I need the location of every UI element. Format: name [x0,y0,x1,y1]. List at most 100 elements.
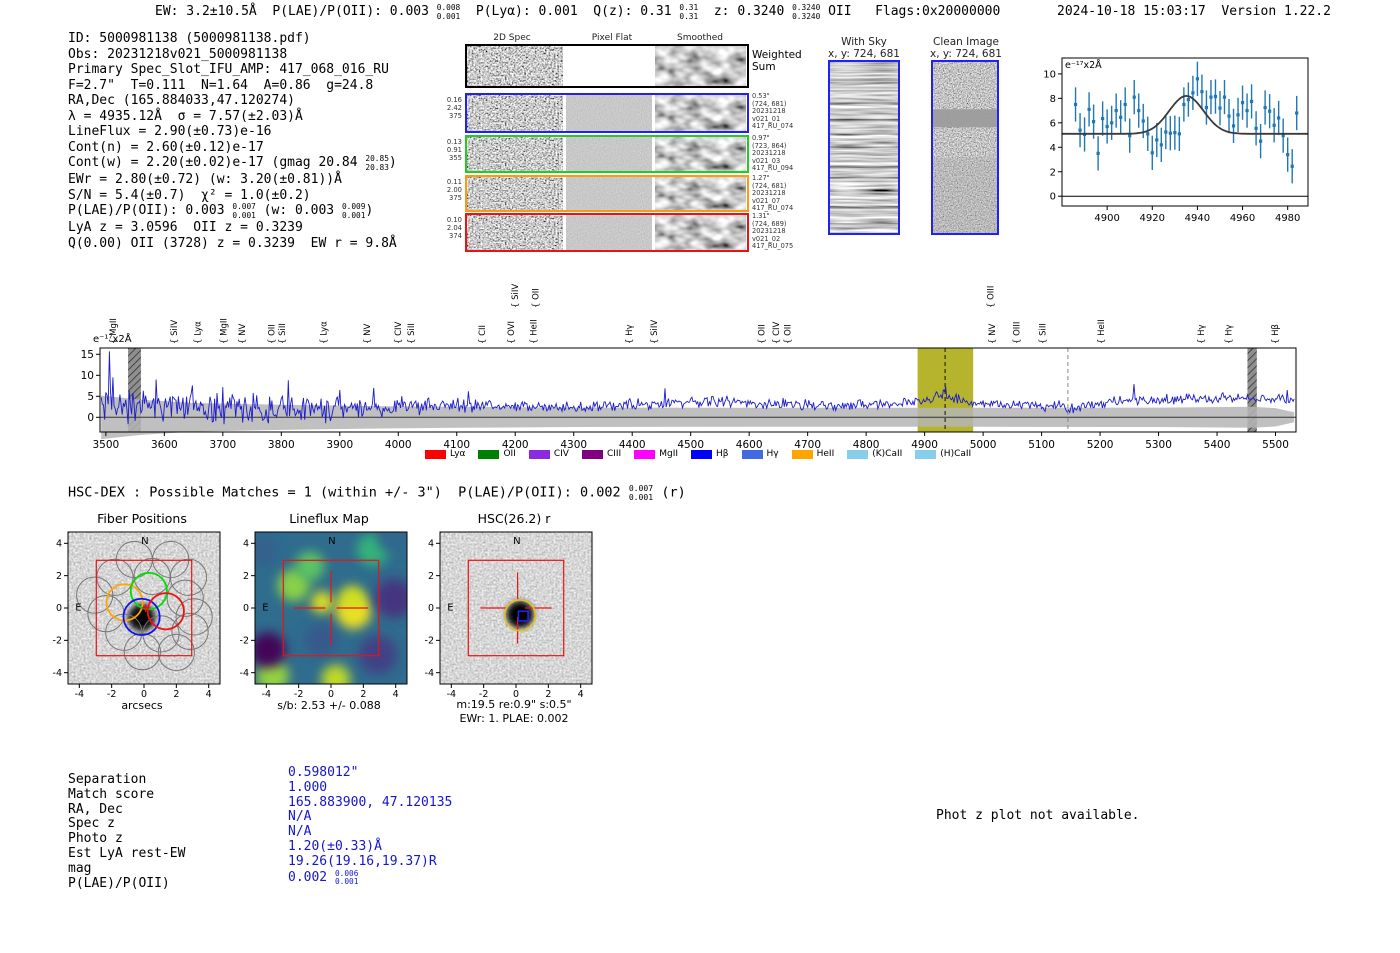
header-summary: EW: 3.2±10.5Å P(LAE)/P(OII): 0.003 0.008… [155,3,1001,21]
svg-text:5: 5 [87,391,94,403]
legend-label: MgII [659,449,679,459]
cutout-row-annotation: 1.27" (724, 681) 20231218 v021_07 417_RU_074 [752,174,794,213]
text-segment: (r) [653,484,686,501]
cutout-row-annotation: 0.53" (724, 681) 20231218 v021_01 417_RU_074 [752,92,794,131]
svg-text:3800: 3800 [268,439,295,451]
match-table-label: Match score [68,786,155,802]
stacked-uncertainty: 0.007 0.001 [628,483,654,502]
svg-text:{ HeII: { HeII [529,319,539,344]
cutout-image-smooth [655,215,746,250]
svg-text:{ OII: { OII [532,288,542,308]
svg-text:4900: 4900 [1094,213,1119,224]
legend-label: OII [503,449,516,459]
text-segment: 1.000 [288,779,328,795]
svg-text:-2: -2 [240,636,249,647]
svg-text:{ Hβ: { Hβ [1271,324,1281,344]
svg-text:3500: 3500 [92,439,119,451]
text-segment: OII Flags:0x20000000 [820,4,1001,20]
legend-swatch [581,449,603,459]
col-header-pixel-flat: Pixel Flat [591,33,633,43]
col-header-smoothed: Smoothed [677,33,723,43]
text-segment: Obs: 20231218v021_5000981138 [68,46,288,62]
text-segment: LineFlux = 2.90(±0.73)e-16 [68,124,272,139]
legend-label: (H)CaII [940,449,972,459]
text-segment: EW: 3.2±10.5Å P(LAE)/P(OII): 0.003 [155,4,437,20]
compass-north-label: N [513,536,520,547]
text-segment: Primary Spec_Slot_IFU_AMP: 417_068_016_R… [68,62,389,77]
legend-item: OII [478,449,516,459]
svg-text:{ Hγ: { Hγ [1225,324,1235,344]
legend-label: CIII [606,449,622,459]
svg-text:{ OIII: { OIII [987,286,997,308]
info-line: LyA z = 3.0596 OII z = 0.3239 [68,220,397,236]
svg-text:3700: 3700 [209,439,236,451]
hsc-cutout-title: HSC(26.2) r [477,511,551,526]
info-line: λ = 4935.12Å σ = 7.57(±2.03)Å [68,109,397,125]
svg-text:5500: 5500 [1262,439,1289,451]
compass-north-label: N [141,536,148,547]
match-table-value: N/A [288,824,452,840]
with-sky-coords: x, y: 724, 681 [828,48,900,60]
svg-text:2: 2 [56,571,62,582]
svg-text:{ SiII: { SiII [278,323,288,344]
cutout-row-left-stats: 0.10 2.04 374 [446,216,462,240]
match-table-value: 165.883900, 47.120135 [288,795,452,811]
compass-east-label: E [447,602,453,613]
cutout-image-smooth [655,95,746,131]
cutout-image-smooth [655,137,746,171]
cutout-image-hard [467,137,563,171]
fiber-positions-title: Fiber Positions [97,511,187,526]
svg-text:10: 10 [81,370,94,382]
svg-text:{ CIV: { CIV [772,321,782,344]
svg-text:{ Hγ: { Hγ [1197,324,1207,344]
svg-text:{ NV: { NV [363,324,373,344]
svg-text:{ SiII: { SiII [1039,323,1049,344]
info-line: Cont(w) = 2.20(±0.02)e-17 (gmag 20.84 20… [68,154,397,172]
stacked-uncertainty: 0.006 0.001 [334,868,359,887]
text-segment: z: 0.3240 [698,4,793,20]
svg-text:{ SiIV: { SiIV [650,320,660,344]
legend-item: HeII [791,449,834,459]
svg-text:4: 4 [1050,143,1056,154]
elixer-report-page: EW: 3.2±10.5Å P(LAE)/P(OII): 0.003 0.008… [0,0,1400,953]
text-segment: HSC-DEX : Possible Matches = 1 (within +… [68,484,629,501]
svg-text:{ HeII: { HeII [1097,319,1107,344]
cutout-row-weighted-sum [465,44,749,88]
svg-text:-4: -4 [240,668,249,679]
text-segment: Cont(n) = 2.60(±0.12)e-17 [68,139,264,155]
cutout-row-exposure-2 [465,135,749,173]
fiber-positions-panel: -4-4-2-2002244 NE [53,531,221,700]
svg-text:0: 0 [428,603,434,614]
svg-text:5400: 5400 [1204,439,1231,451]
text-segment: P(Lyα): 0.001 Q(z): 0.31 [460,4,680,20]
text-segment: 0.598012" [288,765,359,780]
svg-text:0: 0 [87,412,94,424]
info-line: Cont(n) = 2.60(±0.12)e-17 [68,140,397,156]
svg-text:-4: -4 [425,668,434,679]
cutout-image-smooth [655,177,746,210]
info-line: Primary Spec_Slot_IFU_AMP: 417_068_016_R… [68,62,397,78]
svg-text:0: 0 [56,603,62,614]
text-segment: N/A [288,824,312,840]
cutout-row-annotation: 0.97" (723, 864) 20231218 v021_03 417_RU_094 [752,134,794,173]
full-spectrum-plot: 3500 3600 3700 3800 3900 4000 4100 4200 4300 4400… [81,284,1297,451]
svg-text:5000: 5000 [970,439,997,451]
svg-text:{ MgII: { MgII [219,318,229,344]
compass-north-label: N [328,536,335,547]
text-segment: ) [365,203,374,219]
legend-item: Hβ [691,449,729,459]
legend-item: CIV [528,449,569,459]
info-line: EWr = 2.80(±0.72) (w: 3.20(±0.81))Å [68,172,397,188]
header-gap [1206,4,1222,19]
hsc-caption-2: EWr: 1. PLAE: 0.002 [459,712,569,725]
cutout-image-white [566,46,652,86]
text-segment: ID: 5000981138 (5000981138.pdf) [68,31,311,46]
clean-image-title-text: Clean Image [932,36,1000,48]
svg-text:{ SiII: { SiII [407,323,417,344]
svg-text:{ SiIV: { SiIV [170,320,180,344]
spectrum-legend: Lyα OII CIV CIII MgII Hβ Hγ HeII (K)CaII (H)CaII [425,449,971,459]
legend-label: (K)CaII [872,449,903,459]
svg-text:2: 2 [243,571,249,582]
svg-text:4: 4 [428,539,434,550]
legend-swatch [847,449,869,459]
